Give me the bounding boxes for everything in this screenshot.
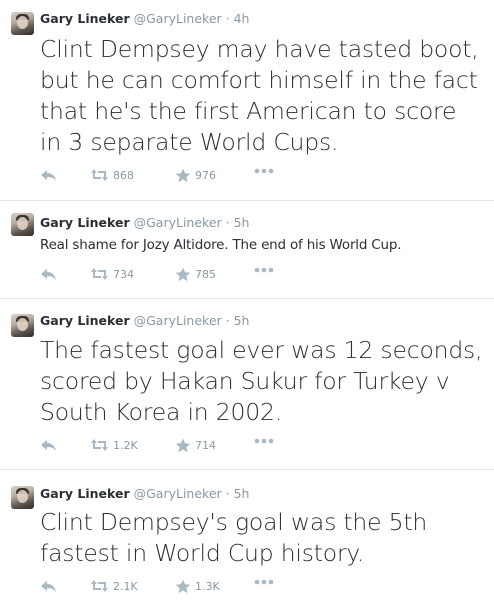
avatar[interactable] [11,486,34,509]
reply-button[interactable] [40,438,57,452]
retweet-icon [91,169,108,181]
retweet-icon [91,268,108,280]
timestamp[interactable]: 5h [234,486,250,501]
retweet-count: 868 [113,168,134,182]
reply-button[interactable] [40,168,57,182]
tweet[interactable]: Gary Lineker @GaryLineker · 5h Clint Demp… [0,470,494,611]
more-button[interactable] [254,438,274,444]
more-button[interactable] [254,579,274,585]
more-button[interactable] [254,168,274,174]
favorite-button[interactable]: 976 [175,168,216,183]
tweet-text: Real shame for Jozy Altidore. The end of… [40,237,402,253]
retweet-button[interactable]: 734 [90,267,134,281]
favorite-count: 714 [195,439,216,452]
more-icon [254,438,274,444]
author-handle[interactable]: @GaryLineker [134,11,222,26]
retweet-button[interactable]: 868 [90,168,134,182]
tweet-header: Gary Lineker @GaryLineker · 5h [40,215,250,230]
favorite-count: 976 [195,169,216,182]
timestamp[interactable]: 5h [234,215,250,230]
tweet-text: Clint Dempsey's goal was the 5th fastest… [40,508,428,567]
tweet[interactable]: Gary Lineker @GaryLineker · 5h Real shame… [0,201,494,299]
timestamp[interactable]: 5h [234,313,250,328]
star-icon [175,267,191,282]
author-handle[interactable]: @GaryLineker [134,486,222,501]
retweet-count: 2.1K [113,579,138,593]
timestamp[interactable]: 4h [234,11,250,26]
favorite-button[interactable]: 1.3K [175,579,220,594]
author-name[interactable]: Gary Lineker [40,215,130,230]
star-icon [175,438,191,453]
avatar[interactable] [11,213,34,236]
reply-icon [41,440,56,451]
tweet-text: The fastest goal ever was 12 seconds, sc… [40,336,483,426]
author-name[interactable]: Gary Lineker [40,11,130,26]
reply-button[interactable] [40,579,57,593]
retweet-count: 1.2K [113,438,138,452]
favorite-count: 1.3K [195,580,220,593]
more-icon [254,168,274,174]
reply-icon [41,581,56,592]
star-icon [175,579,191,594]
more-button[interactable] [254,267,274,273]
tweet[interactable]: Gary Lineker @GaryLineker · 5h The fastes… [0,299,494,470]
author-handle[interactable]: @GaryLineker [134,215,222,230]
favorite-button[interactable]: 714 [175,438,216,453]
reply-button[interactable] [40,267,57,281]
author-name[interactable]: Gary Lineker [40,313,130,328]
tweet-text: Clint Dempsey may have tasted boot, but … [40,35,479,156]
avatar[interactable] [11,314,34,337]
author-handle[interactable]: @GaryLineker [134,313,222,328]
author-name[interactable]: Gary Lineker [40,486,130,501]
tweet-header: Gary Lineker @GaryLineker · 4h [40,11,250,26]
star-icon [175,168,191,183]
tweet[interactable]: Gary Lineker @GaryLineker · 4h Clint Demp… [0,0,494,201]
tweet-header: Gary Lineker @GaryLineker · 5h [40,486,250,501]
reply-icon [41,170,56,181]
favorite-count: 785 [195,268,216,281]
retweet-count: 734 [113,267,134,281]
retweet-icon [91,580,108,592]
favorite-button[interactable]: 785 [175,267,216,282]
retweet-button[interactable]: 2.1K [90,579,138,593]
retweet-icon [91,439,108,451]
more-icon [254,267,274,273]
retweet-button[interactable]: 1.2K [90,438,138,452]
tweet-header: Gary Lineker @GaryLineker · 5h [40,313,250,328]
avatar[interactable] [11,12,34,35]
more-icon [254,579,274,585]
reply-icon [41,269,56,280]
